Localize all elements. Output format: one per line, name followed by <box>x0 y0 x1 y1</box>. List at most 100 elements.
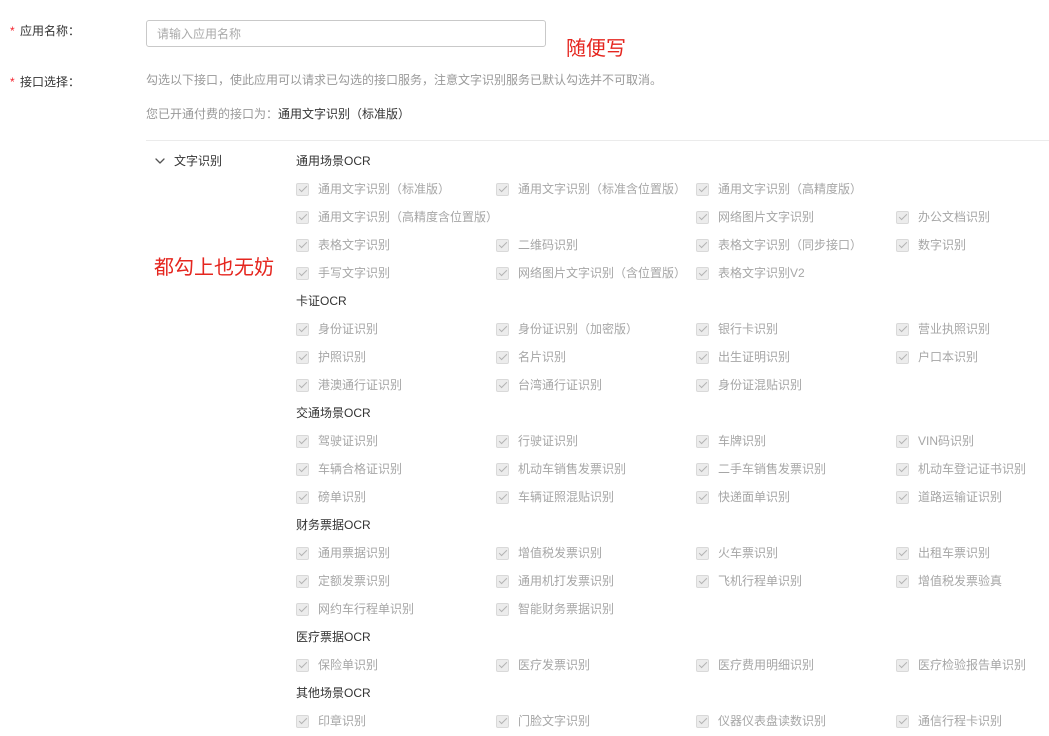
checkbox[interactable] <box>896 462 909 476</box>
checkbox[interactable] <box>896 434 909 448</box>
checkbox[interactable] <box>496 266 509 280</box>
api-option[interactable]: 网络图片文字识别 <box>696 203 896 231</box>
checkbox[interactable] <box>496 658 509 672</box>
api-option[interactable]: 通用文字识别（高精度含位置版） <box>296 203 696 231</box>
api-option[interactable]: 银行卡识别 <box>696 315 896 343</box>
checkbox[interactable] <box>896 238 909 252</box>
checkbox[interactable] <box>296 210 309 224</box>
checkbox[interactable] <box>696 182 709 196</box>
checkbox[interactable] <box>496 434 509 448</box>
checkbox[interactable] <box>296 490 309 504</box>
api-option[interactable]: 机动车登记证书识别 <box>896 455 1049 483</box>
api-option[interactable]: VIN码识别 <box>896 427 1049 455</box>
checkbox[interactable] <box>696 378 709 392</box>
api-option[interactable]: 护照识别 <box>296 343 496 371</box>
api-option[interactable]: 出生证明识别 <box>696 343 896 371</box>
checkbox[interactable] <box>896 490 909 504</box>
checkbox[interactable] <box>496 462 509 476</box>
checkbox[interactable] <box>296 378 309 392</box>
checkbox[interactable] <box>296 266 309 280</box>
checkbox[interactable] <box>696 238 709 252</box>
checkbox[interactable] <box>496 574 509 588</box>
api-option[interactable]: 表格文字识别（同步接口） <box>696 231 896 259</box>
api-option[interactable]: 医疗检验报告单识别 <box>896 651 1049 679</box>
api-option[interactable]: 道路运输证识别 <box>896 483 1049 511</box>
checkbox[interactable] <box>696 574 709 588</box>
checkbox[interactable] <box>296 602 309 616</box>
checkbox[interactable] <box>296 714 309 728</box>
api-option[interactable]: 驾驶证识别 <box>296 427 496 455</box>
api-option[interactable]: 通用文字识别（标准版） <box>296 175 496 203</box>
checkbox[interactable] <box>696 462 709 476</box>
checkbox[interactable] <box>296 350 309 364</box>
api-option[interactable]: 手写文字识别 <box>296 259 496 287</box>
api-option[interactable]: 车辆合格证识别 <box>296 455 496 483</box>
checkbox[interactable] <box>296 238 309 252</box>
api-option[interactable]: 机动车销售发票识别 <box>496 455 696 483</box>
api-option[interactable]: 身份证混贴识别 <box>696 371 896 399</box>
api-option[interactable]: 增值税发票验真 <box>896 567 1049 595</box>
api-option[interactable]: 表格文字识别V2 <box>696 259 896 287</box>
checkbox[interactable] <box>496 238 509 252</box>
api-option[interactable]: 车牌识别 <box>696 427 896 455</box>
checkbox[interactable] <box>496 350 509 364</box>
checkbox[interactable] <box>896 322 909 336</box>
checkbox[interactable] <box>296 462 309 476</box>
checkbox[interactable] <box>696 350 709 364</box>
checkbox[interactable] <box>496 602 509 616</box>
checkbox[interactable] <box>696 490 709 504</box>
app-name-input[interactable] <box>146 20 546 47</box>
checkbox[interactable] <box>496 490 509 504</box>
checkbox[interactable] <box>496 322 509 336</box>
checkbox[interactable] <box>696 434 709 448</box>
checkbox[interactable] <box>696 714 709 728</box>
api-option[interactable]: 身份证识别（加密版） <box>496 315 696 343</box>
api-option[interactable]: 磅单识别 <box>296 483 496 511</box>
api-option[interactable]: 通信行程卡识别 <box>896 707 1049 735</box>
checkbox[interactable] <box>896 574 909 588</box>
api-option[interactable]: 名片识别 <box>496 343 696 371</box>
checkbox[interactable] <box>296 182 309 196</box>
api-option[interactable]: 二手车销售发票识别 <box>696 455 896 483</box>
checkbox[interactable] <box>296 546 309 560</box>
api-option[interactable]: 门脸文字识别 <box>496 707 696 735</box>
service-toggle[interactable]: 文字识别 <box>146 147 222 175</box>
api-option[interactable]: 定额发票识别 <box>296 567 496 595</box>
checkbox[interactable] <box>696 266 709 280</box>
checkbox[interactable] <box>496 378 509 392</box>
api-option[interactable]: 飞机行程单识别 <box>696 567 896 595</box>
checkbox[interactable] <box>896 714 909 728</box>
checkbox[interactable] <box>496 546 509 560</box>
api-option[interactable]: 通用文字识别（标准含位置版） <box>496 175 696 203</box>
api-option[interactable]: 通用机打发票识别 <box>496 567 696 595</box>
api-option[interactable]: 火车票识别 <box>696 539 896 567</box>
api-option[interactable]: 身份证识别 <box>296 315 496 343</box>
api-option[interactable]: 智能财务票据识别 <box>496 595 696 623</box>
api-option[interactable]: 港澳通行证识别 <box>296 371 496 399</box>
api-option[interactable]: 网约车行程单识别 <box>296 595 496 623</box>
checkbox[interactable] <box>896 210 909 224</box>
checkbox[interactable] <box>296 434 309 448</box>
api-option[interactable]: 印章识别 <box>296 707 496 735</box>
api-option[interactable]: 通用文字识别（高精度版） <box>696 175 896 203</box>
api-option[interactable]: 车辆证照混贴识别 <box>496 483 696 511</box>
api-option[interactable]: 办公文档识别 <box>896 203 1049 231</box>
api-option[interactable]: 仪器仪表盘读数识别 <box>696 707 896 735</box>
api-option[interactable]: 保险单识别 <box>296 651 496 679</box>
api-option[interactable]: 行驶证识别 <box>496 427 696 455</box>
checkbox[interactable] <box>296 322 309 336</box>
checkbox[interactable] <box>296 658 309 672</box>
api-option[interactable]: 数字识别 <box>896 231 1049 259</box>
checkbox[interactable] <box>696 322 709 336</box>
checkbox[interactable] <box>496 714 509 728</box>
api-option[interactable]: 医疗费用明细识别 <box>696 651 896 679</box>
api-option[interactable]: 表格文字识别 <box>296 231 496 259</box>
checkbox[interactable] <box>696 210 709 224</box>
checkbox[interactable] <box>896 658 909 672</box>
api-option[interactable]: 增值税发票识别 <box>496 539 696 567</box>
api-option[interactable]: 通用票据识别 <box>296 539 496 567</box>
checkbox[interactable] <box>296 574 309 588</box>
api-option[interactable]: 医疗发票识别 <box>496 651 696 679</box>
checkbox[interactable] <box>896 546 909 560</box>
api-option[interactable]: 出租车票识别 <box>896 539 1049 567</box>
